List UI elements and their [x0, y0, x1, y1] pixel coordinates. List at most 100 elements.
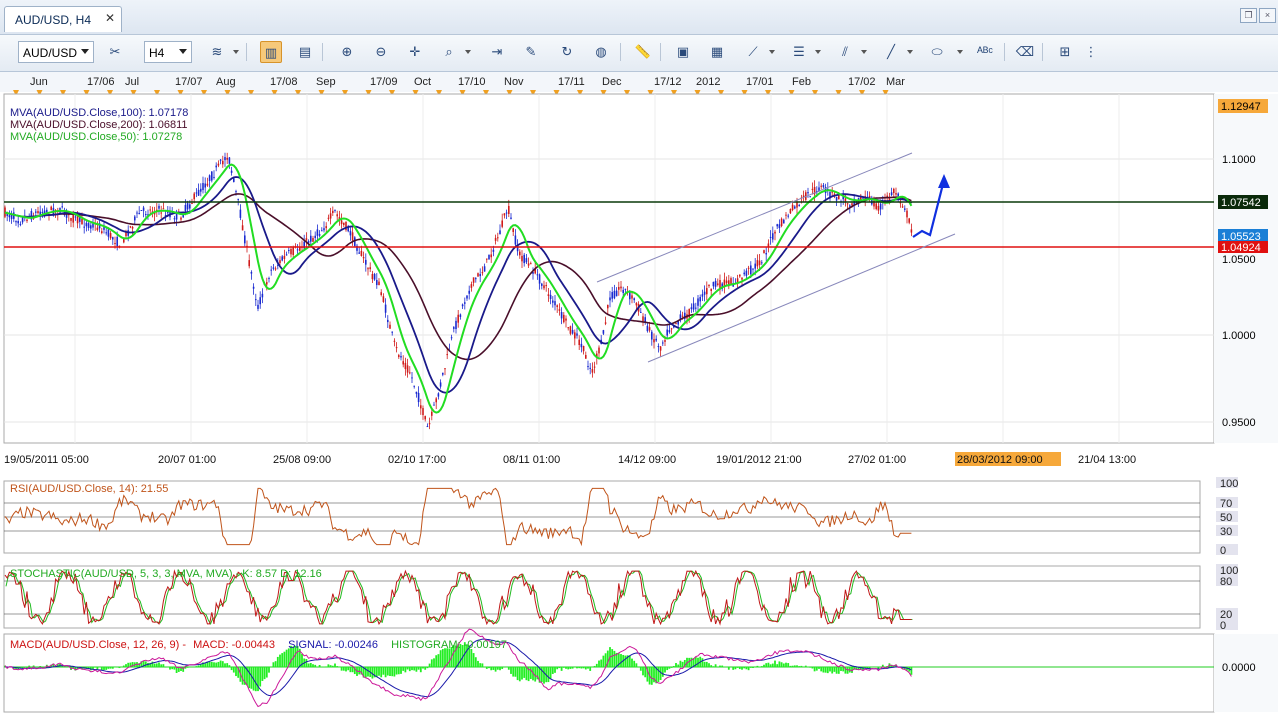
- candle-body: [138, 213, 140, 215]
- candle-body: [712, 281, 715, 287]
- candle-body: [695, 307, 697, 309]
- close-window-icon[interactable]: ×: [1259, 8, 1276, 23]
- candle-body: [158, 205, 160, 209]
- ellipse-icon[interactable]: ⬭: [926, 41, 948, 63]
- symbol-select[interactable]: AUD/USD: [18, 41, 94, 63]
- chevron-down-icon[interactable]: [233, 50, 239, 54]
- top-axis-label: Sep: [316, 76, 336, 88]
- candle-body: [875, 203, 877, 210]
- price-panel[interactable]: [3, 93, 1215, 444]
- template-icon[interactable]: ▦: [706, 41, 728, 63]
- candle-body: [292, 247, 294, 255]
- top-axis-label: Dec: [602, 76, 622, 88]
- candle-body: [435, 398, 437, 403]
- candle-body: [620, 286, 622, 289]
- stochastic-tick: 80: [1220, 576, 1232, 588]
- channel-icon[interactable]: ⫽: [834, 41, 856, 63]
- candle-body: [35, 211, 37, 213]
- candle-body: [422, 408, 424, 416]
- candle-body: [589, 367, 591, 369]
- chevron-down-icon[interactable]: [815, 50, 821, 54]
- candle-body: [116, 236, 118, 247]
- zoom-in-icon[interactable]: ⊕: [336, 41, 358, 63]
- candle-body: [785, 214, 787, 216]
- refresh-icon[interactable]: ↻: [556, 41, 578, 63]
- candle-body: [237, 198, 239, 200]
- candle-body: [37, 211, 39, 214]
- candle-body: [409, 372, 411, 374]
- candle-body: [765, 253, 767, 255]
- close-tab-icon[interactable]: ✕: [105, 11, 115, 25]
- top-axis-label: Jun: [30, 76, 48, 88]
- top-axis-label: 17/07: [175, 76, 203, 88]
- ruler-icon[interactable]: 📏: [632, 41, 654, 63]
- text-label-icon[interactable]: ᴬᴮᶜ: [974, 41, 996, 63]
- remove-indicator-icon[interactable]: ✂: [104, 41, 126, 63]
- chart-area[interactable]: Jun 17/06 Jul 17/07 Aug 17/08 Sep 17/09 Oct 17/10…: [0, 72, 1278, 713]
- chart-tab[interactable]: AUD/USD, H4 ✕: [4, 6, 122, 32]
- candle-body: [257, 304, 259, 309]
- toolbar-separator: [322, 43, 323, 61]
- properties-icon[interactable]: ✎: [520, 41, 542, 63]
- candle-body: [323, 228, 325, 231]
- objects-tree-icon[interactable]: ⊞: [1054, 41, 1076, 63]
- candle-body: [798, 204, 800, 206]
- candle-body: [369, 267, 371, 270]
- zoom-out-icon[interactable]: ⊖: [370, 41, 392, 63]
- candle-body: [598, 347, 600, 354]
- candle-body: [215, 165, 217, 168]
- candle-body: [846, 203, 849, 205]
- candle-body: [519, 251, 521, 256]
- fibonacci-icon[interactable]: ⟋: [742, 41, 764, 63]
- horizontal-lines-icon[interactable]: ☰: [788, 41, 810, 63]
- image-icon[interactable]: ▣: [672, 41, 694, 63]
- candle-body: [776, 224, 778, 227]
- candlestick-icon[interactable]: ▥: [260, 41, 282, 63]
- bar-chart-icon[interactable]: ▤: [294, 41, 316, 63]
- candle-body: [635, 302, 638, 306]
- crosshair-icon[interactable]: ✛: [404, 41, 426, 63]
- timeframe-select[interactable]: H4: [144, 41, 192, 63]
- auto-scroll-icon[interactable]: ⇥: [486, 41, 508, 63]
- zoom-area-icon[interactable]: ⌕: [438, 41, 460, 63]
- candle-body: [329, 213, 332, 219]
- chevron-down-icon[interactable]: [957, 50, 963, 54]
- candle-body: [349, 230, 352, 236]
- candle-body: [615, 290, 618, 297]
- candle-body: [675, 323, 677, 325]
- top-axis-label: 17/08: [270, 76, 298, 88]
- candle-body: [61, 206, 63, 208]
- time-axis-label: 28/03/2012 09:00: [957, 454, 1043, 466]
- candle-body: [503, 213, 506, 216]
- candle-body: [822, 185, 825, 188]
- candle-body: [591, 369, 594, 373]
- candle-body: [833, 193, 836, 195]
- candle-body: [391, 331, 393, 333]
- candle-body: [692, 303, 695, 310]
- price-tick: 1.0000: [1222, 330, 1256, 342]
- chevron-down-icon[interactable]: [465, 50, 471, 54]
- top-axis-label: 17/10: [458, 76, 486, 88]
- candle-body: [895, 193, 897, 195]
- candle-body: [701, 294, 704, 297]
- candle-body: [380, 292, 382, 295]
- candle-body: [167, 212, 169, 214]
- candle-body: [662, 342, 664, 344]
- toolbar-more-icon[interactable]: ⋮: [1084, 41, 1098, 63]
- eraser-icon[interactable]: ⌫: [1014, 41, 1036, 63]
- rsi-tick: 50: [1220, 512, 1232, 524]
- candle-body: [563, 314, 565, 323]
- chevron-down-icon[interactable]: [907, 50, 913, 54]
- restore-window-icon[interactable]: ❐: [1240, 8, 1257, 23]
- candle-body: [226, 157, 228, 160]
- candle-body: [475, 278, 477, 280]
- chevron-down-icon[interactable]: [769, 50, 775, 54]
- chevron-down-icon[interactable]: [861, 50, 867, 54]
- candle-body: [868, 195, 871, 198]
- chart-type-icon[interactable]: ≋: [206, 41, 228, 63]
- globe-icon[interactable]: ◍: [590, 41, 612, 63]
- chart-canvas[interactable]: Jun 17/06 Jul 17/07 Aug 17/08 Sep 17/09 Oct 17/10…: [0, 72, 1278, 713]
- candle-body: [184, 204, 187, 212]
- candle-body: [136, 212, 138, 214]
- trend-line-icon[interactable]: ╱: [880, 41, 902, 63]
